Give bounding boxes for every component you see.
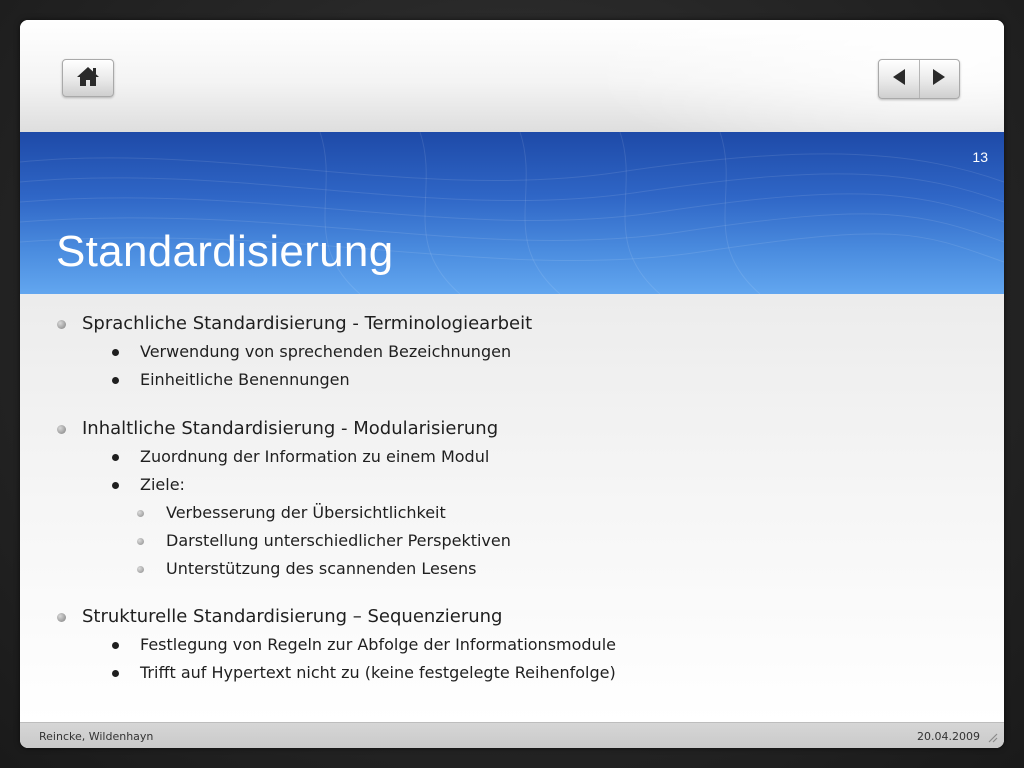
bullet-dot-icon: [112, 454, 119, 461]
title-band: 13 Standardisierung: [20, 132, 1004, 294]
bullet-dot-icon: [57, 425, 66, 434]
bullet-text: Zuordnung der Information zu einem Modul: [140, 447, 490, 466]
bullet-text: Verbesserung der Übersichtlichkeit: [166, 503, 446, 522]
bullet-level3: Verbesserung der Übersichtlichkeit: [20, 499, 1004, 527]
bullet-text: Darstellung unterschiedlicher Perspektiv…: [166, 531, 511, 550]
bullet-dot-icon: [112, 377, 119, 384]
slide-title: Standardisierung: [56, 227, 394, 276]
bullet-level1: Strukturelle Standardisierung – Sequenzi…: [20, 603, 1004, 631]
footer-date: 20.04.2009: [917, 730, 980, 743]
bullet-text: Festlegung von Regeln zur Abfolge der In…: [140, 635, 616, 654]
bullet-level2: Festlegung von Regeln zur Abfolge der In…: [20, 631, 1004, 659]
home-button[interactable]: [62, 59, 114, 97]
bullet-text: Ziele:: [140, 475, 185, 494]
bullet-dot-icon: [137, 510, 144, 517]
top-toolbar: [20, 20, 1004, 132]
bullet-level2: Ziele:: [20, 471, 1004, 499]
bullet-level2: Trifft auf Hypertext nicht zu (keine fes…: [20, 659, 1004, 687]
bullet-text: Trifft auf Hypertext nicht zu (keine fes…: [140, 663, 616, 682]
resize-grip-icon[interactable]: [986, 731, 998, 746]
footer-author: Reincke, Wildenhayn: [39, 730, 154, 743]
bullet-level2: Zuordnung der Information zu einem Modul: [20, 443, 1004, 471]
triangle-left-icon: [891, 68, 907, 90]
bullet-level1: Inhaltliche Standardisierung - Modularis…: [20, 415, 1004, 443]
triangle-right-icon: [931, 68, 947, 90]
slide-content: Sprachliche Standardisierung - Terminolo…: [20, 294, 1004, 722]
home-icon: [76, 65, 100, 91]
bullet-level2: Verwendung von sprechenden Bezeichnungen: [20, 338, 1004, 366]
bullet-dot-icon: [137, 538, 144, 545]
bullet-text: Verwendung von sprechenden Bezeichnungen: [140, 342, 512, 361]
bullet-dot-icon: [112, 670, 119, 677]
slide-number: 13: [972, 149, 988, 165]
bullet-dot-icon: [57, 613, 66, 622]
bullet-dot-icon: [137, 566, 144, 573]
bullet-text: Einheitliche Benennungen: [140, 370, 350, 389]
bullet-dot-icon: [112, 349, 119, 356]
bullet-dot-icon: [112, 642, 119, 649]
slide-footer: Reincke, Wildenhayn 20.04.2009: [20, 722, 1004, 748]
bullet-level3: Unterstützung des scannenden Lesens: [20, 555, 1004, 583]
previous-slide-button[interactable]: [879, 60, 919, 98]
bullet-dot-icon: [57, 320, 66, 329]
bullet-text: Unterstützung des scannenden Lesens: [166, 559, 477, 578]
bullet-text: Sprachliche Standardisierung - Terminolo…: [82, 313, 533, 334]
bullet-dot-icon: [112, 482, 119, 489]
bullet-level3: Darstellung unterschiedlicher Perspektiv…: [20, 527, 1004, 555]
next-slide-button[interactable]: [918, 60, 960, 98]
bullet-level1: Sprachliche Standardisierung - Terminolo…: [20, 310, 1004, 338]
slide-navigation: [878, 59, 960, 99]
bullet-level2: Einheitliche Benennungen: [20, 366, 1004, 394]
bullet-list: Sprachliche Standardisierung - Terminolo…: [20, 294, 1004, 687]
slide: 13 Standardisierung Sprachliche Standard…: [20, 20, 1004, 748]
bullet-text: Inhaltliche Standardisierung - Modularis…: [82, 418, 499, 439]
bullet-text: Strukturelle Standardisierung – Sequenzi…: [82, 606, 503, 627]
